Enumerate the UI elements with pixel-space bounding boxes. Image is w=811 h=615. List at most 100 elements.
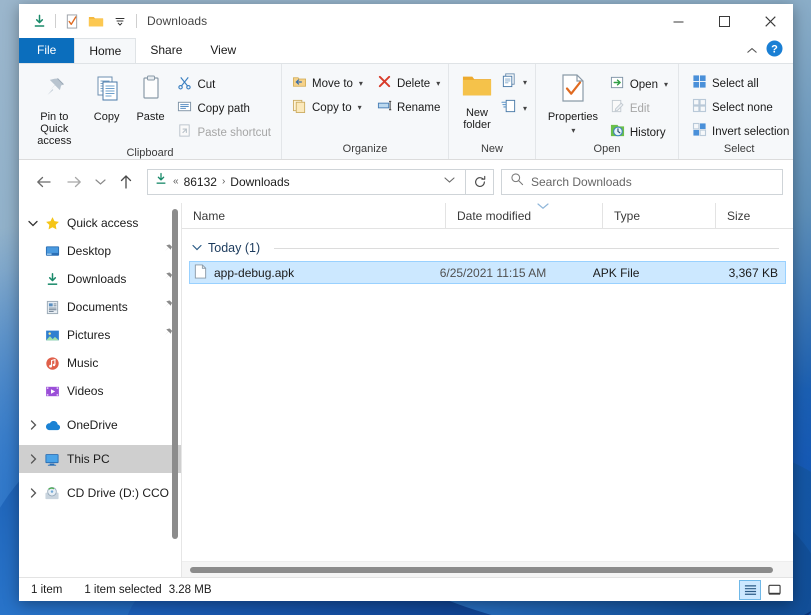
new-folder-icon[interactable] <box>84 9 108 33</box>
invert-selection-icon <box>692 122 707 142</box>
edit-button[interactable]: Edit <box>606 98 672 119</box>
paste-shortcut-button[interactable]: Paste shortcut <box>173 122 275 143</box>
sidebar-item-documents[interactable]: Documents <box>19 293 181 321</box>
group-label-open: Open <box>593 143 621 155</box>
select-none-button[interactable]: Select none <box>688 97 793 118</box>
breadcrumb-separator[interactable]: › <box>222 176 225 187</box>
rename-button[interactable]: Rename <box>373 97 444 118</box>
copy-to-button[interactable]: Copy to ▾ <box>288 97 367 118</box>
cd-drive-icon <box>41 486 63 501</box>
download-icon <box>154 172 168 191</box>
address-input[interactable]: « 86132 › Downloads <box>147 168 466 195</box>
maximize-button[interactable] <box>701 4 747 38</box>
delete-button[interactable]: Delete ▾ <box>373 73 444 94</box>
sidebar-item-cd-drive[interactable]: CD Drive (D:) CCO <box>19 479 181 507</box>
recent-locations-button[interactable] <box>89 167 111 197</box>
chevron-down-icon[interactable]: ▾ <box>523 78 527 87</box>
tab-file[interactable]: File <box>19 38 75 63</box>
chevron-down-icon[interactable]: ▾ <box>359 79 363 88</box>
new-folder-icon <box>462 73 492 104</box>
paste-icon <box>136 73 166 108</box>
sidebar-item-this-pc[interactable]: This PC <box>19 445 181 473</box>
new-folder-button[interactable]: New folder <box>455 69 499 131</box>
easy-access-button[interactable]: ▾ <box>499 98 529 119</box>
breadcrumb-item-1[interactable]: Downloads <box>230 175 289 189</box>
column-headers: Name Date modified Type Size <box>182 202 793 229</box>
chevron-down-icon[interactable] <box>25 209 41 237</box>
tab-home[interactable]: Home <box>74 38 137 63</box>
move-to-button[interactable]: Move to ▾ <box>288 73 367 94</box>
chevron-down-icon[interactable]: ▾ <box>664 80 668 89</box>
column-header-date-modified[interactable]: Date modified <box>445 202 602 229</box>
chevron-right-icon[interactable] <box>25 479 41 507</box>
chevron-up-icon[interactable] <box>746 42 758 60</box>
large-icons-view-button[interactable] <box>763 580 785 600</box>
minimize-button[interactable] <box>655 4 701 38</box>
copy-path-button[interactable]: Copy path <box>173 98 275 119</box>
column-header-type[interactable]: Type <box>602 202 715 229</box>
sidebar-item-downloads[interactable]: Downloads <box>19 265 181 293</box>
chevron-right-icon[interactable] <box>25 445 41 473</box>
table-row[interactable]: app-debug.apk 6/25/2021 11:15 AM APK Fil… <box>189 261 786 284</box>
up-button[interactable] <box>111 167 141 197</box>
group-label-new: New <box>480 143 503 155</box>
chevron-down-icon[interactable]: ▾ <box>358 103 362 112</box>
file-group-header-today[interactable]: Today (1) <box>182 235 793 261</box>
tab-view[interactable]: View <box>196 38 250 63</box>
sidebar-item-videos[interactable]: Videos <box>19 377 181 405</box>
sidebar-item-desktop[interactable]: Desktop <box>19 237 181 265</box>
pin-to-quick-access-button[interactable]: Pin to Quick access <box>25 69 84 147</box>
ribbon-group-new: New folder ▾ ▾ New <box>448 64 535 159</box>
close-button[interactable] <box>747 4 793 38</box>
history-button[interactable]: History <box>606 122 672 143</box>
main-content: Quick access Desktop Downloads Documents… <box>19 202 793 577</box>
properties-checklist-icon[interactable] <box>60 9 84 33</box>
download-icon[interactable] <box>27 9 51 33</box>
chevron-down-icon[interactable] <box>438 176 461 187</box>
chevron-down-icon[interactable]: ▾ <box>523 104 527 113</box>
move-to-icon <box>292 74 307 94</box>
chevron-down-icon[interactable] <box>192 243 202 253</box>
chevron-down-icon[interactable]: ▾ <box>436 79 440 88</box>
navpane-scrollbar[interactable] <box>170 205 180 575</box>
properties-icon <box>559 73 587 108</box>
chevron-right-icon[interactable] <box>25 411 41 439</box>
sidebar-item-onedrive[interactable]: OneDrive <box>19 411 181 439</box>
chevron-down-icon[interactable]: ▾ <box>571 126 575 135</box>
search-box[interactable]: Search Downloads <box>501 168 783 195</box>
file-list-body[interactable]: Today (1) app-debug.apk 6/25/2021 11:15 … <box>182 229 793 561</box>
paste-button[interactable]: Paste <box>130 69 172 123</box>
invert-selection-button[interactable]: Invert selection <box>688 121 793 142</box>
file-name-cell[interactable]: app-debug.apk <box>190 263 440 282</box>
breadcrumb-item-0[interactable]: 86132 <box>184 175 217 189</box>
copy-button[interactable]: Copy <box>86 69 128 123</box>
help-icon[interactable]: ? <box>766 40 783 62</box>
move-to-label: Move to <box>312 77 353 90</box>
column-header-size[interactable]: Size <box>715 202 792 229</box>
cut-button[interactable]: Cut <box>173 74 275 95</box>
details-view-button[interactable] <box>739 579 761 600</box>
tab-share[interactable]: Share <box>136 38 196 63</box>
onedrive-cloud-icon <box>41 419 63 432</box>
search-input[interactable]: Search Downloads <box>531 175 632 189</box>
rename-icon <box>377 98 392 118</box>
file-list-scrollbar-thumb[interactable] <box>190 566 773 573</box>
refresh-button[interactable] <box>466 168 494 195</box>
copy-path-label: Copy path <box>197 102 250 115</box>
file-list-horizontal-scrollbar[interactable] <box>182 561 793 577</box>
forward-button[interactable] <box>59 167 89 197</box>
customize-qat-caret-icon[interactable] <box>108 9 132 33</box>
sidebar-item-label: Downloads <box>67 272 127 286</box>
sidebar-item-quick-access[interactable]: Quick access <box>19 209 181 237</box>
history-label: History <box>629 126 666 139</box>
select-all-button[interactable]: Select all <box>688 73 793 94</box>
navpane-scrollbar-thumb[interactable] <box>172 209 178 539</box>
sidebar-item-pictures[interactable]: Pictures <box>19 321 181 349</box>
new-item-button[interactable]: ▾ <box>499 72 529 93</box>
back-button[interactable] <box>29 167 59 197</box>
column-header-name[interactable]: Name <box>182 203 445 229</box>
open-button[interactable]: Open ▾ <box>606 74 672 95</box>
properties-button[interactable]: Properties ▾ <box>542 69 604 135</box>
sidebar-item-music[interactable]: Music <box>19 349 181 377</box>
breadcrumb-overflow[interactable]: « <box>173 176 179 187</box>
